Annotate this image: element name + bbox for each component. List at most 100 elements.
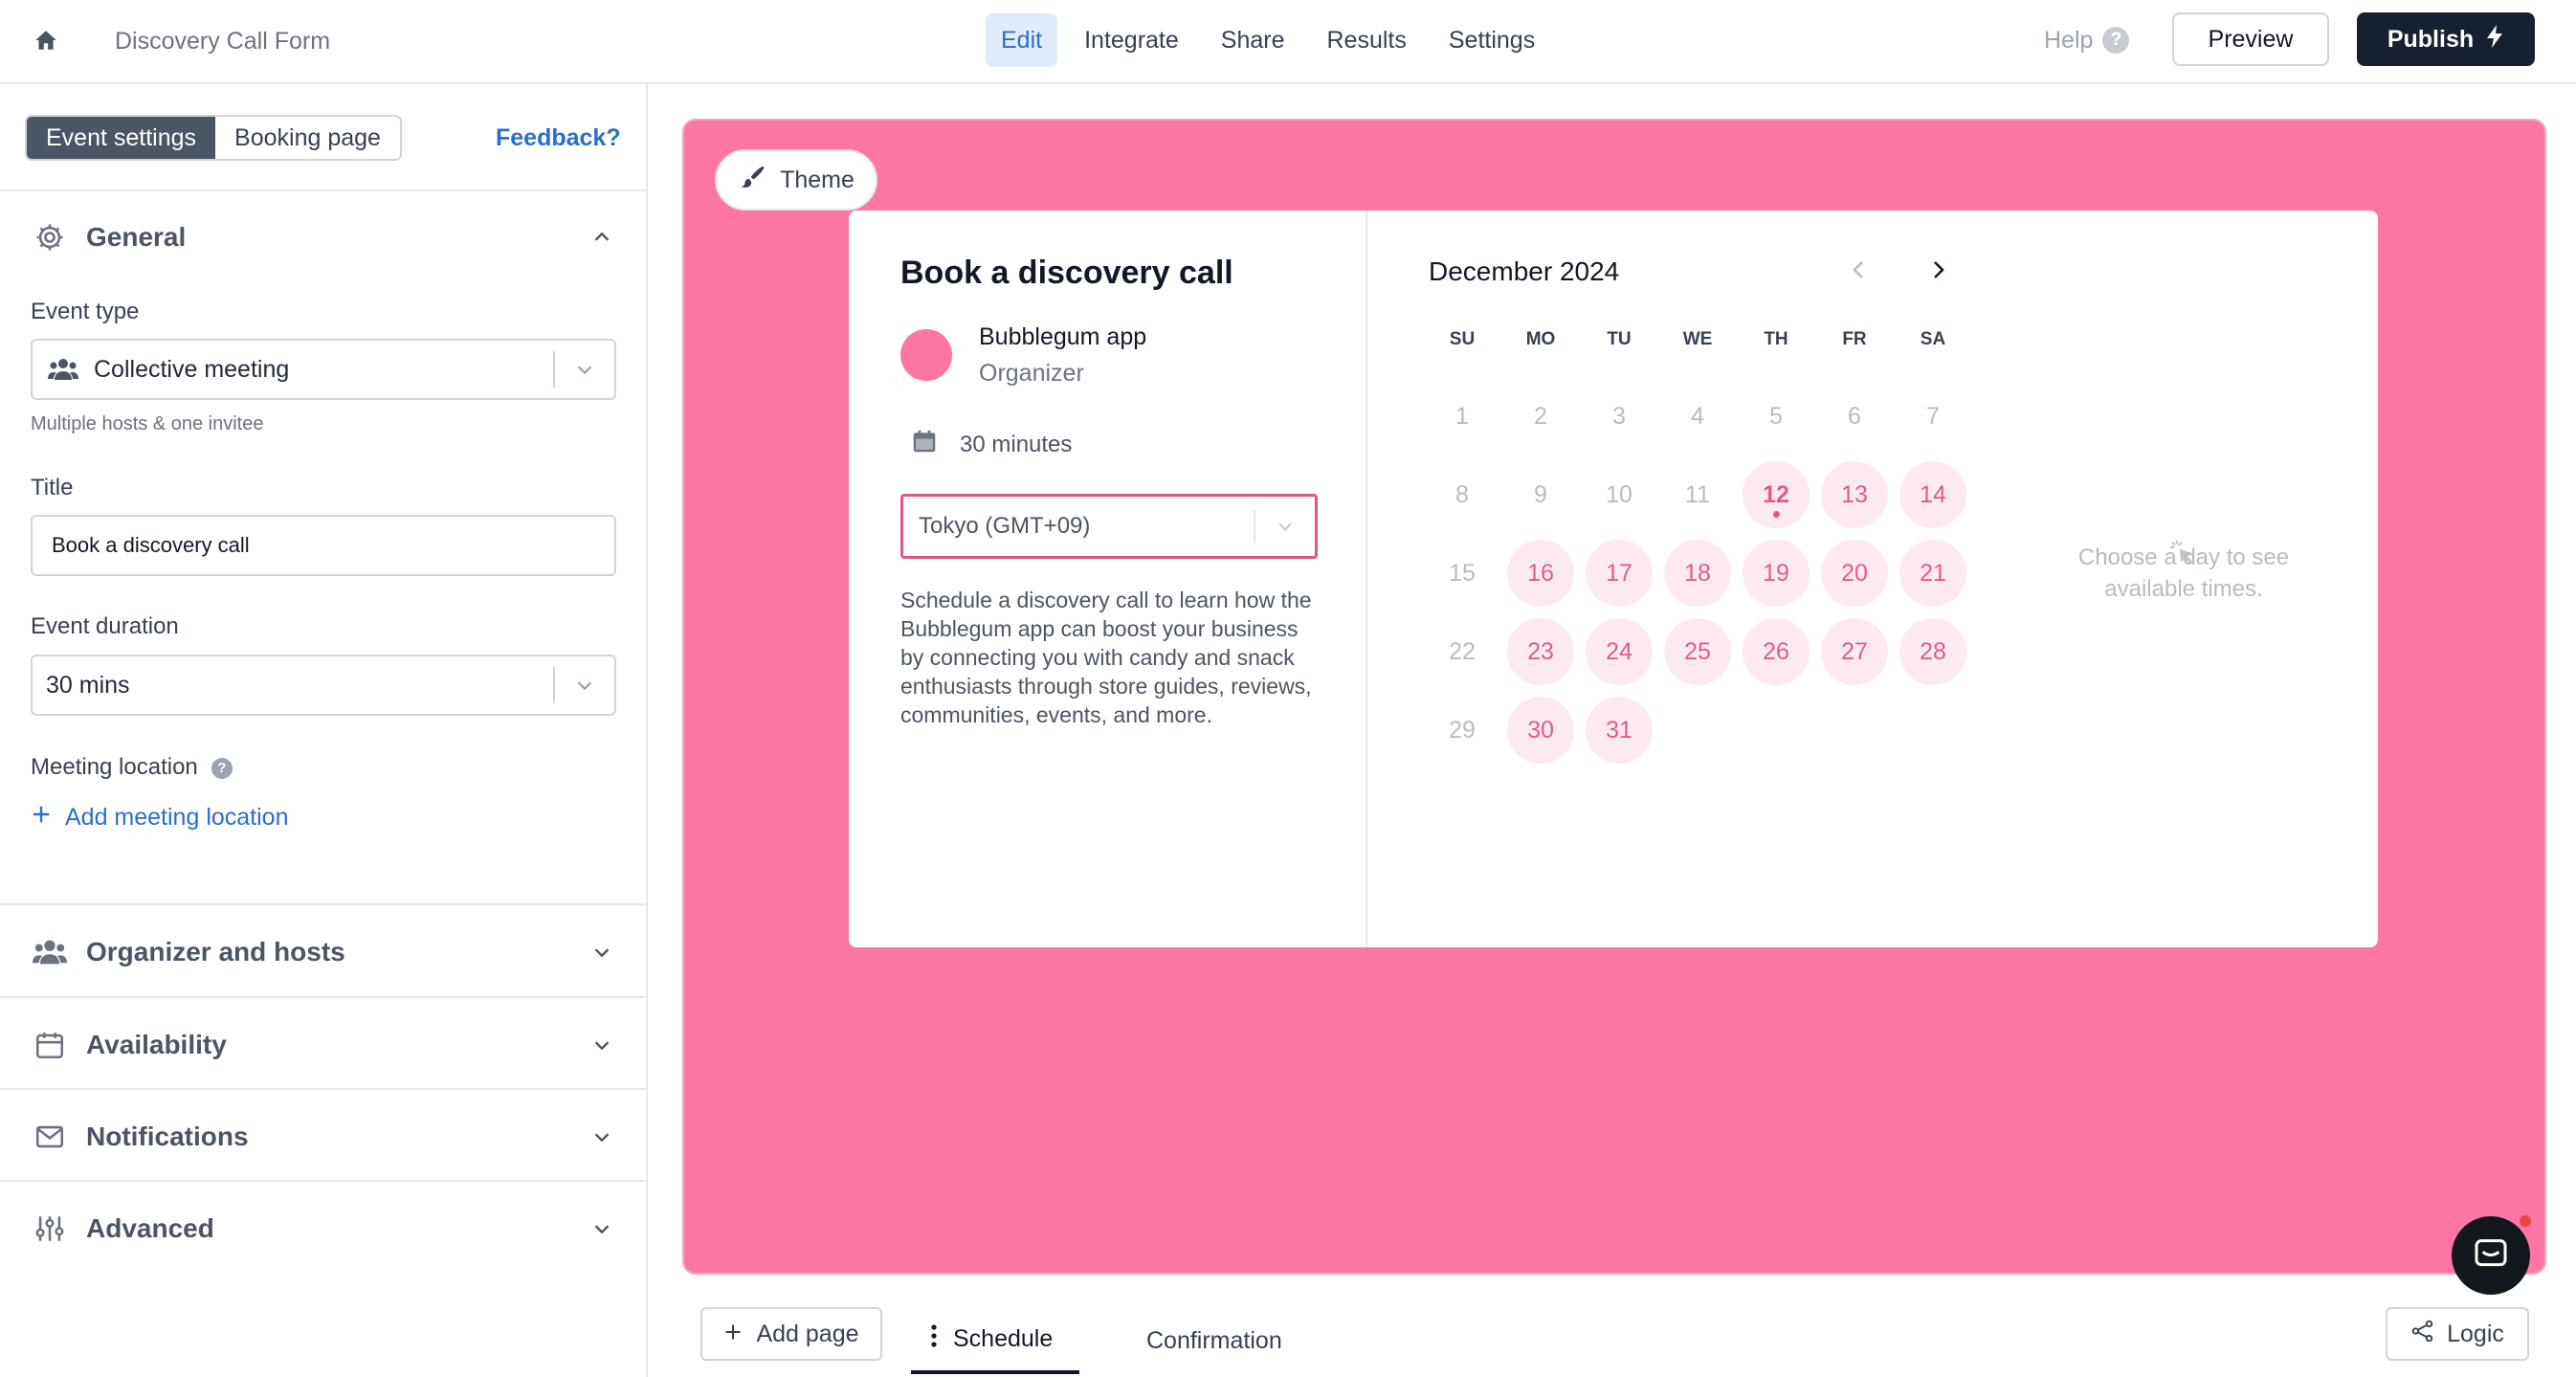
paint-brush-icon [738,163,766,198]
theme-button[interactable]: Theme [715,149,877,211]
calendar-day-unavailable: 22 [1429,618,1496,685]
calendar-day-available[interactable]: 13 [1821,461,1888,528]
weekday-header: SU [1449,329,1476,349]
timezone-value: Tokyo (GMT+09) [919,513,1091,539]
weekday-header: TH [1764,329,1788,349]
calendar-day-number: 29 [1449,716,1476,744]
calendar-day-number: 4 [1691,402,1704,430]
calendar-day-number: 27 [1841,637,1868,665]
calendar-day-available[interactable]: 19 [1743,540,1810,607]
info-icon[interactable]: ? [211,757,233,779]
section-notifications-header[interactable]: Notifications [0,1103,646,1170]
divider [0,996,646,998]
settings-sidebar: Event settings Booking page Feedback? Ge… [0,84,648,1377]
home-button[interactable] [27,23,65,61]
calendar-day-unavailable: 9 [1507,461,1574,528]
add-page-button[interactable]: Add page [700,1307,882,1361]
calendar-day-number: 22 [1449,637,1476,665]
calendar-day-available[interactable]: 21 [1899,540,1966,607]
divider [0,1180,646,1182]
calendar-day-unavailable: 8 [1429,461,1496,528]
preview-button[interactable]: Preview [2172,12,2329,66]
calendar-day-number: 14 [1920,480,1946,508]
calendar-day-available[interactable]: 14 [1899,461,1966,528]
plus-icon [31,804,52,832]
section-availability-header[interactable]: Availability [0,1011,646,1078]
title-input[interactable] [31,515,616,576]
section-advanced-header[interactable]: Advanced [0,1195,646,1262]
tab-event-settings[interactable]: Event settings [27,117,216,159]
mail-icon [31,1118,69,1156]
calendar-day-unavailable: 29 [1429,697,1496,764]
people-icon [46,357,80,382]
calendar-day-available[interactable]: 23 [1507,618,1574,685]
calendar-day-number: 19 [1763,559,1789,587]
section-advanced-title: Advanced [86,1213,214,1243]
section-organizer-header[interactable]: Organizer and hosts [0,919,646,986]
publish-button[interactable]: Publish [2357,12,2535,66]
weekday-header: FR [1842,329,1867,349]
nav-edit[interactable]: Edit [986,13,1058,67]
publish-label: Publish [2387,25,2475,53]
page-tab-confirmation[interactable]: Confirmation [1146,1307,1282,1374]
meeting-location-text: Meeting location [31,754,198,780]
calendar-day-unavailable: 1 [1429,383,1496,450]
title-label: Title [31,475,74,500]
feedback-link[interactable]: Feedback? [496,124,621,152]
logic-button[interactable]: Logic [2386,1307,2529,1361]
meeting-location-label: Meeting location? [31,754,233,781]
chat-button[interactable] [2452,1212,2534,1295]
booking-card: Book a discovery call Bubblegum app Orga… [849,211,2378,947]
calendar-day-available[interactable]: 25 [1664,618,1731,685]
calendar-day-number: 2 [1534,402,1547,430]
chevron-down-icon [588,1215,615,1242]
calendar-day-unavailable: 6 [1821,383,1888,450]
help-link[interactable]: Help ? [2044,21,2130,59]
weekday-header: WE [1682,329,1713,349]
add-meeting-location-label: Add meeting location [65,804,289,831]
nav-integrate[interactable]: Integrate [1069,13,1194,67]
calendar-day-number: 30 [1527,716,1554,744]
main-nav: Edit Integrate Share Results Settings [986,13,1550,67]
calendar-day-available[interactable]: 17 [1586,540,1653,607]
divider [0,189,646,191]
logic-label: Logic [2447,1320,2504,1347]
tab-booking-page[interactable]: Booking page [215,117,400,159]
calendar-day-available[interactable]: 16 [1507,540,1574,607]
event-duration-select[interactable]: 30 mins [31,655,616,716]
nav-results[interactable]: Results [1312,13,1422,67]
calendar-day-unavailable: 5 [1743,383,1810,450]
event-duration-label: Event duration [31,613,179,639]
section-general-header[interactable]: General [0,204,646,271]
page-tab-schedule[interactable]: Schedule [911,1307,1079,1374]
people-icon [31,933,69,971]
calendar-day-available[interactable]: 27 [1821,618,1888,685]
event-type-select[interactable]: Collective meeting [31,339,616,400]
calendar-day-available[interactable]: 31 [1586,697,1653,764]
help-label: Help [2044,26,2094,54]
calendar-day-available[interactable]: 12 [1743,461,1810,528]
calendar-day-available[interactable]: 30 [1507,697,1574,764]
calendar-day-available[interactable]: 24 [1586,618,1653,685]
calendar-day-number: 26 [1763,637,1789,665]
gear-icon [31,218,69,256]
organizer-avatar [900,329,952,381]
next-month-button[interactable] [1919,253,1957,291]
chat-icon [2472,1234,2510,1277]
calendar-day-available[interactable]: 20 [1821,540,1888,607]
add-meeting-location-button[interactable]: Add meeting location [31,804,288,832]
event-duration-value: 30 mins [46,671,130,699]
prev-month-button[interactable] [1840,253,1878,291]
divider [0,1088,646,1090]
nav-settings[interactable]: Settings [1433,13,1550,67]
form-name[interactable]: Discovery Call Form [115,25,330,57]
calendar-day-available[interactable]: 18 [1664,540,1731,607]
calendar-day-available[interactable]: 26 [1743,618,1810,685]
divider [0,903,646,905]
calendar-day-number: 15 [1449,559,1476,587]
help-icon: ? [2102,27,2130,54]
chevron-down-icon [1255,517,1315,536]
nav-share[interactable]: Share [1206,13,1300,67]
calendar-day-available[interactable]: 28 [1899,618,1966,685]
timezone-select[interactable]: Tokyo (GMT+09) [900,494,1318,559]
